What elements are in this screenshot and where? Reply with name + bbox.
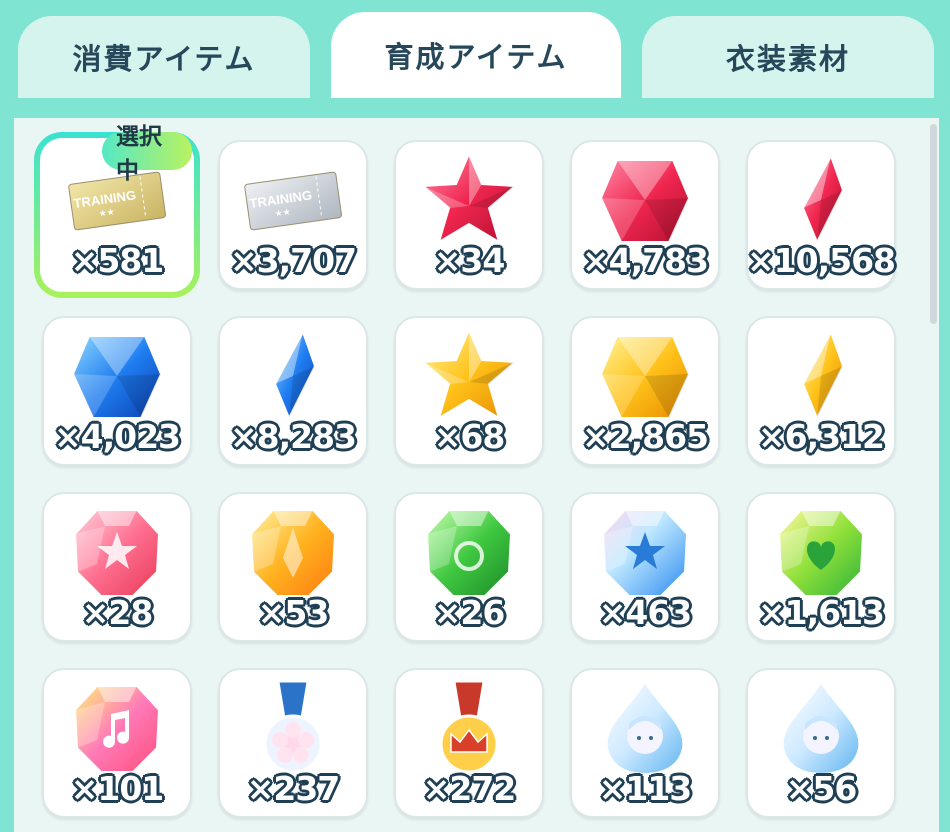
item-count: ×101 xyxy=(70,769,165,808)
blue-shard-gem-icon xyxy=(243,326,343,426)
item-count: ×68 xyxy=(433,417,506,456)
tab-consumables[interactable]: 消費アイテム xyxy=(18,16,310,98)
item-card[interactable]: ×28 xyxy=(42,492,192,642)
item-count: ×581 xyxy=(70,241,165,280)
item-count: ×463 xyxy=(598,593,693,632)
item-count: ×56 xyxy=(785,769,858,808)
item-card[interactable]: ×6,312 xyxy=(746,316,896,466)
blue-character-drop-icon xyxy=(595,678,695,778)
yellow-shard-gem-icon xyxy=(771,326,871,426)
item-count: ×28 xyxy=(81,593,154,632)
music-note-crystal-icon xyxy=(67,678,167,778)
item-card[interactable]: ×272 xyxy=(394,668,544,818)
blue-flower-medal-icon xyxy=(243,678,343,778)
item-card[interactable]: ×2,865 xyxy=(570,316,720,466)
tab-label: 育成アイテム xyxy=(384,40,568,74)
red-crown-medal-icon xyxy=(419,678,519,778)
red-star-gem-icon xyxy=(419,150,519,250)
item-count: ×53 xyxy=(257,593,330,632)
item-count: ×237 xyxy=(246,769,341,808)
item-card[interactable]: ×113 xyxy=(570,668,720,818)
yellow-square-gem-icon xyxy=(595,326,695,426)
green-heart-crystal-icon xyxy=(771,502,871,602)
blue-star-crystal-icon xyxy=(595,502,695,602)
item-count: ×6,312 xyxy=(757,417,885,456)
green-crystal-icon xyxy=(419,502,519,602)
tab-costume-materials[interactable]: 衣装素材 xyxy=(642,16,934,98)
item-count: ×34 xyxy=(433,241,506,280)
item-count: ×4,023 xyxy=(53,417,181,456)
pink-star-crystal-icon xyxy=(67,502,167,602)
item-count: ×4,783 xyxy=(581,241,709,280)
item-card[interactable]: ×4,023 xyxy=(42,316,192,466)
item-card[interactable]: ×10,568 xyxy=(746,140,896,290)
item-grid-panel[interactable]: TRAINING ★★ ×581 選択中 TRAINING ★★×3,707 ×34… xyxy=(14,118,939,832)
item-count: ×8,283 xyxy=(229,417,357,456)
yellow-star-gem-icon xyxy=(419,326,519,426)
item-count: ×26 xyxy=(433,593,506,632)
item-count: ×113 xyxy=(598,769,693,808)
item-count: ×2,865 xyxy=(581,417,709,456)
item-count: ×272 xyxy=(422,769,517,808)
tab-label: 消費アイテム xyxy=(72,42,256,76)
item-card[interactable]: ×26 xyxy=(394,492,544,642)
scrollbar[interactable] xyxy=(930,124,937,324)
item-card[interactable]: TRAINING ★★ ×3,707 xyxy=(218,140,368,290)
red-shard-gem-icon xyxy=(771,150,871,250)
item-card[interactable]: ×56 xyxy=(746,668,896,818)
category-tabs: 消費アイテム 育成アイテム 衣装素材 xyxy=(0,0,950,98)
silver-training-ticket-icon: TRAINING ★★ xyxy=(243,150,343,250)
tab-label: 衣装素材 xyxy=(725,42,850,76)
item-card[interactable]: ×463 xyxy=(570,492,720,642)
item-card[interactable]: ×1,613 xyxy=(746,492,896,642)
item-count: ×10,568 xyxy=(747,241,896,280)
red-square-gem-icon xyxy=(595,150,695,250)
item-count: ×1,613 xyxy=(757,593,885,632)
blue-character-drop-icon xyxy=(771,678,871,778)
item-card[interactable]: ×237 xyxy=(218,668,368,818)
tab-training-items[interactable]: 育成アイテム xyxy=(331,12,621,98)
item-card[interactable]: ×101 xyxy=(42,668,192,818)
orange-crystal-icon xyxy=(243,502,343,602)
item-count: ×3,707 xyxy=(229,241,357,280)
blue-square-gem-icon xyxy=(67,326,167,426)
item-card[interactable]: ×34 xyxy=(394,140,544,290)
item-card[interactable]: ×53 xyxy=(218,492,368,642)
item-card[interactable]: ×68 xyxy=(394,316,544,466)
item-card[interactable]: ×4,783 xyxy=(570,140,720,290)
item-card[interactable]: TRAINING ★★×581選択中 xyxy=(40,124,194,292)
item-card[interactable]: ×8,283 xyxy=(218,316,368,466)
selected-badge: 選択中 xyxy=(102,124,192,184)
